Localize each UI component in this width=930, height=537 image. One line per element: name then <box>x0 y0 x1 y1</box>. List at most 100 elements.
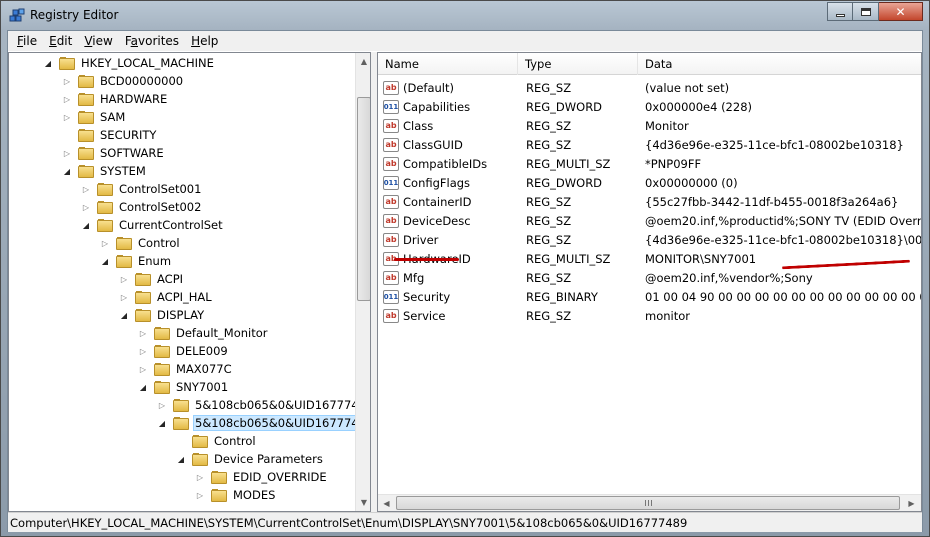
list-horizontal-scrollbar[interactable]: ◀ ▶ <box>378 494 921 511</box>
list-scroll-thumb[interactable] <box>396 496 900 510</box>
expand-arrow-icon[interactable]: ▷ <box>62 94 72 104</box>
expand-arrow-icon[interactable]: ▷ <box>195 472 205 482</box>
column-header-name[interactable]: Name <box>378 53 518 75</box>
value-row[interactable]: 011 Capabilities REG_DWORD 0x000000e4 (228) <box>378 97 921 116</box>
value-row[interactable]: ab Service REG_SZ monitor <box>378 306 921 325</box>
value-data-cell: @oem20.inf,%vendor%;Sony <box>645 270 813 285</box>
tree-node-label: Control <box>214 434 256 448</box>
collapse-arrow-icon[interactable]: ◢ <box>119 310 129 320</box>
tree-node[interactable]: ▷ EDID_OVERRIDE <box>195 468 329 486</box>
menu-item[interactable]: File <box>11 31 43 51</box>
expand-arrow-icon[interactable]: ▷ <box>62 76 72 86</box>
string-value-icon: ab <box>383 156 399 171</box>
value-name: (Default) <box>403 80 454 95</box>
tree-node[interactable]: ◢ SYSTEM <box>62 162 148 180</box>
collapse-arrow-icon[interactable]: ◢ <box>176 454 186 464</box>
tree-node-label: SECURITY <box>100 128 157 142</box>
scroll-left-icon[interactable]: ◀ <box>378 495 395 511</box>
collapse-arrow-icon[interactable]: ◢ <box>43 58 53 68</box>
tree-node[interactable]: ◢ Enum <box>100 252 173 270</box>
collapse-arrow-icon[interactable]: ◢ <box>81 220 91 230</box>
scroll-up-icon[interactable]: ▲ <box>356 53 370 70</box>
tree-node[interactable]: ◢ 5&108cb065&0&UID16777489 <box>157 414 355 432</box>
key-tree[interactable]: ◢ HKEY_LOCAL_MACHINE ▷ BCD00000000 ▷ HARDWARE… <box>9 53 355 511</box>
value-name: ConfigFlags <box>403 175 471 190</box>
tree-node[interactable]: ▷ SAM <box>62 108 127 126</box>
value-type-cell: REG_SZ <box>526 118 572 133</box>
tree-node[interactable]: ▷ SOFTWARE <box>62 144 166 162</box>
tree-node[interactable]: ◢ HKEY_LOCAL_MACHINE <box>43 54 216 72</box>
scroll-right-icon[interactable]: ▶ <box>903 495 920 511</box>
tree-node[interactable]: ▷ Default_Monitor <box>138 324 269 342</box>
expand-arrow-icon[interactable]: ▷ <box>62 112 72 122</box>
value-row[interactable]: ab Driver REG_SZ {4d36e96e-e325-11ce-bfc1-0… <box>378 230 921 249</box>
folder-icon <box>211 488 227 502</box>
tree-node[interactable]: ▷ DELE009 <box>138 342 230 360</box>
close-button[interactable]: ✕ <box>879 2 923 21</box>
menu-accelerator: H <box>191 34 201 48</box>
expand-arrow-icon[interactable]: ▷ <box>138 346 148 356</box>
value-row[interactable]: ab ContainerID REG_SZ {55c27fbb-3442-11df-b… <box>378 192 921 211</box>
value-name: DeviceDesc <box>403 213 471 228</box>
tree-node[interactable]: ▷ MODES <box>195 486 277 504</box>
expand-arrow-icon[interactable]: ▷ <box>81 184 91 194</box>
menu-item[interactable]: Favorites <box>119 31 185 51</box>
expand-arrow-icon[interactable]: ▷ <box>119 292 129 302</box>
minimize-button[interactable] <box>827 2 853 21</box>
expand-arrow-icon[interactable]: ▷ <box>100 238 110 248</box>
tree-node[interactable]: ▷ MAX077C <box>138 360 234 378</box>
tree-node-label: ACPI_HAL <box>157 290 212 304</box>
folder-icon <box>78 110 94 124</box>
tree-scroll-thumb[interactable] <box>357 97 370 301</box>
tree-node[interactable]: ◢ CurrentControlSet <box>81 216 225 234</box>
folder-icon <box>135 290 151 304</box>
collapse-arrow-icon[interactable]: ◢ <box>100 256 110 266</box>
tree-node[interactable]: ▷ ACPI <box>119 270 185 288</box>
tree-node[interactable]: ▷ ControlSet001 <box>81 180 203 198</box>
tree-node[interactable]: ▷ HARDWARE <box>62 90 169 108</box>
value-row[interactable]: 011 ConfigFlags REG_DWORD 0x00000000 (0) <box>378 173 921 192</box>
collapse-arrow-icon[interactable]: ◢ <box>138 382 148 392</box>
tree-node[interactable]: ◢ DISPLAY <box>119 306 206 324</box>
tree-node[interactable]: ▷ Control <box>100 234 182 252</box>
tree-vertical-scrollbar[interactable]: ▲ ▼ <box>355 53 370 511</box>
expand-arrow-icon[interactable]: ▷ <box>157 400 167 410</box>
column-header-type[interactable]: Type <box>518 53 638 75</box>
tree-node-label: DISPLAY <box>157 308 205 322</box>
binary-value-icon: 011 <box>383 289 399 304</box>
tree-node[interactable]: ▷ BCD00000000 <box>62 72 185 90</box>
collapse-arrow-icon[interactable]: ◢ <box>157 418 167 428</box>
expand-arrow-icon[interactable]: ▷ <box>119 274 129 284</box>
expand-arrow-icon[interactable]: ▷ <box>81 202 91 212</box>
menu-item[interactable]: View <box>78 31 118 51</box>
value-row[interactable]: 011 Security REG_BINARY 01 00 04 90 00 00 0… <box>378 287 921 306</box>
tree-node[interactable]: ◢ Device Parameters <box>176 450 325 468</box>
expand-arrow-icon[interactable]: ▷ <box>138 328 148 338</box>
column-header-data[interactable]: Data <box>638 53 921 75</box>
tree-node[interactable]: ◢ SNY7001 <box>138 378 230 396</box>
string-value-icon: ab <box>383 194 399 209</box>
maximize-button[interactable] <box>853 2 879 21</box>
expand-arrow-icon[interactable]: ▷ <box>195 490 205 500</box>
tree-node-label: 5&108cb065&0&UID16777489 <box>193 415 355 431</box>
string-value-icon: ab <box>383 80 399 95</box>
value-row[interactable]: ab Class REG_SZ Monitor <box>378 116 921 135</box>
value-row[interactable]: ab ClassGUID REG_SZ {4d36e96e-e325-11ce-bfc… <box>378 135 921 154</box>
tree-node[interactable]: ▷ ControlSet002 <box>81 198 203 216</box>
title-bar[interactable]: Registry Editor ✕ <box>1 1 929 30</box>
value-row[interactable]: ab CompatibleIDs REG_MULTI_SZ *PNP09FF <box>378 154 921 173</box>
tree-node[interactable]: SECURITY <box>62 126 158 144</box>
scroll-down-icon[interactable]: ▼ <box>356 494 370 511</box>
menu-item[interactable]: Help <box>185 31 224 51</box>
tree-node[interactable]: ▷ ACPI_HAL <box>119 288 214 306</box>
value-row[interactable]: ab Mfg REG_SZ @oem20.inf,%vendor%;Sony <box>378 268 921 287</box>
value-row[interactable]: ab DeviceDesc REG_SZ @oem20.inf,%productid%… <box>378 211 921 230</box>
tree-node[interactable]: Control <box>176 432 258 450</box>
tree-node[interactable]: ▷ 5&108cb065&0&UID16777488 <box>157 396 355 414</box>
expand-arrow-icon[interactable]: ▷ <box>62 148 72 158</box>
expand-arrow-icon[interactable]: ▷ <box>138 364 148 374</box>
value-row[interactable]: ab (Default) REG_SZ (value not set) <box>378 78 921 97</box>
collapse-arrow-icon[interactable]: ◢ <box>62 166 72 176</box>
value-name: CompatibleIDs <box>403 156 488 171</box>
menu-item[interactable]: Edit <box>43 31 78 51</box>
